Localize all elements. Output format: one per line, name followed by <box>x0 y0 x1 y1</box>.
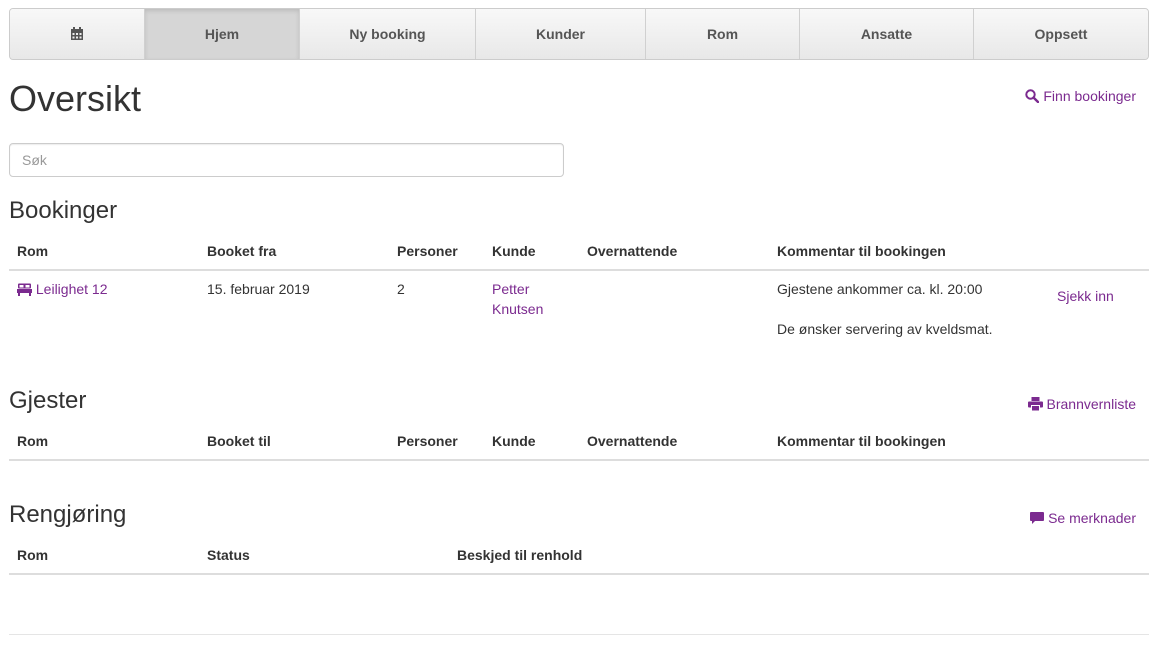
printer-icon <box>1027 397 1043 411</box>
nav-oppsett[interactable]: Oppsett <box>974 9 1148 59</box>
overnight <box>579 270 769 369</box>
table-header-row: Rom Booket til Personer Kunde Overnatten… <box>9 421 1149 461</box>
persons: 2 <box>397 281 405 297</box>
nav-hjem[interactable]: Hjem <box>145 9 300 59</box>
col-rom: Rom <box>9 421 199 461</box>
table-header-row: Rom Status Beskjed til renhold <box>9 535 1149 575</box>
bookings-title: Bookinger <box>9 197 118 224</box>
cleaning-table: Rom Status Beskjed til renhold <box>9 535 1149 575</box>
see-notes-label: Se merknader <box>1048 510 1136 526</box>
see-notes-link[interactable]: Se merknader <box>1030 510 1136 526</box>
col-booket-til: Booket til <box>199 421 389 461</box>
comment-icon <box>1030 511 1045 524</box>
fire-list-link[interactable]: Brannvernliste <box>1027 396 1137 412</box>
search-input[interactable] <box>9 143 564 177</box>
col-action <box>1049 231 1149 271</box>
check-in-link[interactable]: Sjekk inn <box>1057 288 1114 304</box>
page-title: Oversikt <box>9 78 142 119</box>
calendar-icon <box>71 27 83 40</box>
find-bookings-label: Finn bookinger <box>1043 88 1136 104</box>
fire-list-label: Brannvernliste <box>1046 396 1137 412</box>
nav-calendar[interactable] <box>10 9 145 59</box>
comment-line-2: De ønsker servering av kveldsmat. <box>777 321 993 337</box>
room-link[interactable]: Leilighet 12 <box>17 281 108 297</box>
room-name: Leilighet 12 <box>35 281 108 297</box>
col-rom: Rom <box>9 535 199 575</box>
col-personer: Personer <box>389 231 484 271</box>
nav-rom[interactable]: Rom <box>646 9 800 59</box>
table-header-row: Rom Booket fra Personer Kunde Overnatten… <box>9 231 1149 271</box>
search-icon <box>1025 89 1040 103</box>
customer-link[interactable]: Petter Knutsen <box>492 281 543 317</box>
cleaning-title: Rengjøring <box>9 501 127 528</box>
guests-title: Gjester <box>9 387 87 414</box>
comment: Gjestene ankommer ca. kl. 20:00 De ønske… <box>769 270 1049 369</box>
col-rom: Rom <box>9 231 199 271</box>
comment-line-1: Gjestene ankommer ca. kl. 20:00 <box>777 281 983 297</box>
col-booket-fra: Booket fra <box>199 231 389 271</box>
col-overnattende: Overnattende <box>579 421 769 461</box>
col-kommentar: Kommentar til bookingen <box>769 231 1049 271</box>
footer-divider <box>9 634 1149 635</box>
col-action <box>1049 421 1149 461</box>
bookings-table: Rom Booket fra Personer Kunde Overnatten… <box>9 231 1149 369</box>
main-nav: Hjem Ny booking Kunder Rom Ansatte Oppse… <box>9 8 1149 60</box>
col-personer: Personer <box>389 421 484 461</box>
col-overnattende: Overnattende <box>579 231 769 271</box>
col-kunde: Kunde <box>484 231 579 271</box>
nav-ny-booking[interactable]: Ny booking <box>300 9 476 59</box>
guests-table: Rom Booket til Personer Kunde Overnatten… <box>9 421 1149 461</box>
bed-icon <box>17 283 32 296</box>
table-row: Leilighet 12 15. februar 2019 2 Petter K… <box>9 270 1149 369</box>
nav-kunder[interactable]: Kunder <box>476 9 646 59</box>
col-beskjed: Beskjed til renhold <box>449 535 1149 575</box>
col-kunde: Kunde <box>484 421 579 461</box>
nav-ansatte[interactable]: Ansatte <box>800 9 974 59</box>
find-bookings-link[interactable]: Finn bookinger <box>1025 88 1136 104</box>
col-status: Status <box>199 535 449 575</box>
booked-from: 15. februar 2019 <box>207 281 310 297</box>
col-kommentar: Kommentar til bookingen <box>769 421 1049 461</box>
